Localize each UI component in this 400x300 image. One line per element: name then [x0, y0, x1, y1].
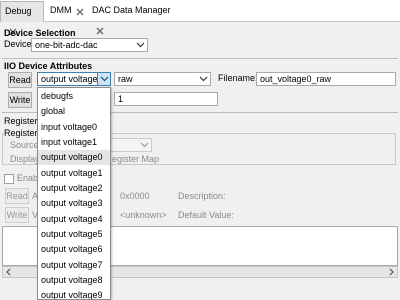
read-button[interactable]: Read	[8, 72, 32, 88]
tab-strip: Debug DMM DAC Data Manager	[0, 0, 400, 36]
dropdown-option[interactable]: input voltage1	[38, 135, 110, 150]
dropdown-option[interactable]: output voltage4	[38, 212, 110, 227]
device-select-value: one-bit-adc-dac	[35, 40, 98, 50]
register-title: Register	[4, 116, 38, 126]
default-value-label: Default Value:	[178, 210, 234, 220]
address-value: 0x0000	[120, 191, 150, 201]
dropdown-option[interactable]: debugfs	[38, 89, 110, 104]
scroll-left-icon[interactable]	[5, 268, 13, 276]
tab-dac-data-manager[interactable]: DAC Data Manager	[88, 1, 180, 35]
chevron-down-icon	[197, 73, 210, 85]
tab-debug-label: Debug	[5, 6, 32, 16]
enable-checkbox[interactable]	[4, 174, 14, 184]
filename-field[interactable]: out_voltage0_raw	[256, 72, 396, 86]
attribute-select[interactable]: output voltage0	[37, 72, 111, 86]
sub-attribute-value: raw	[118, 74, 133, 84]
dropdown-option[interactable]: output voltage1	[38, 166, 110, 181]
close-icon[interactable]	[95, 24, 105, 35]
dropdown-option[interactable]: output voltage2	[38, 181, 110, 196]
tab-dac-label: DAC Data Manager	[92, 5, 171, 15]
iio-attributes-title: IIO Device Attributes	[4, 61, 93, 71]
source-select[interactable]	[110, 138, 152, 152]
register-map-label: egister Map	[112, 154, 160, 164]
attribute-dropdown-list: debugfs global input voltage0 input volt…	[37, 87, 111, 300]
dropdown-option[interactable]: output voltage7	[38, 258, 110, 273]
write-value: 1	[118, 94, 124, 104]
tab-dmm[interactable]: DMM	[46, 1, 86, 22]
close-icon[interactable]	[75, 5, 85, 16]
device-label: Device	[4, 39, 32, 49]
filename-value: out_voltage0_raw	[260, 74, 332, 84]
device-select[interactable]: one-bit-adc-dac	[31, 38, 148, 52]
dropdown-option-selected[interactable]: output voltage0	[38, 150, 110, 165]
register-read-button[interactable]: Read	[5, 188, 29, 204]
tab-dmm-label: DMM	[50, 5, 72, 15]
section-divider	[2, 58, 398, 59]
write-button[interactable]: Write	[8, 92, 32, 108]
chevron-down-icon	[134, 39, 147, 51]
filename-label: Filename:	[218, 73, 258, 83]
dropdown-option[interactable]: global	[38, 104, 110, 119]
dropdown-option[interactable]: output voltage3	[38, 196, 110, 211]
dropdown-option[interactable]: output voltage5	[38, 227, 110, 242]
register-write-button[interactable]: Write	[5, 207, 29, 223]
unknown-value: <unknown>	[120, 210, 167, 220]
sub-attribute-select[interactable]: raw	[114, 72, 211, 86]
dropdown-option[interactable]: input voltage0	[38, 120, 110, 135]
chevron-down-icon	[138, 139, 151, 151]
scroll-right-icon[interactable]	[387, 268, 395, 276]
display-label: Display	[10, 154, 40, 164]
dropdown-option[interactable]: output voltage8	[38, 273, 110, 288]
dropdown-option[interactable]: output voltage9	[38, 288, 110, 299]
tab-debug[interactable]: Debug	[0, 1, 44, 36]
chevron-down-icon	[97, 73, 110, 85]
description-label: Description:	[178, 191, 226, 201]
write-value-field[interactable]: 1	[114, 92, 218, 106]
dropdown-option[interactable]: output voltage6	[38, 242, 110, 257]
attribute-select-value: output voltage0	[41, 74, 103, 84]
device-selection-title: Device Selection	[4, 28, 76, 38]
